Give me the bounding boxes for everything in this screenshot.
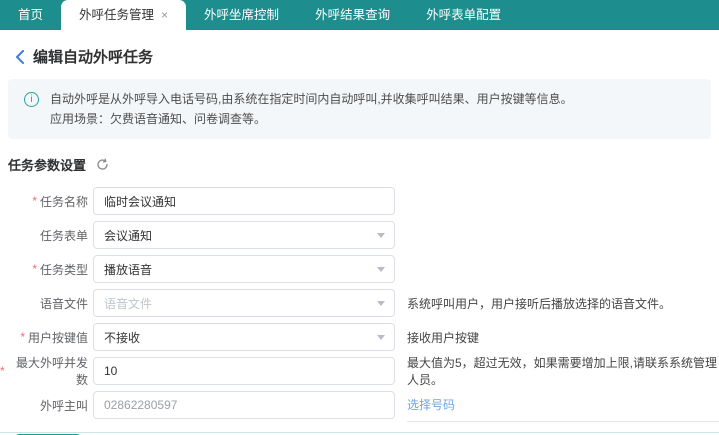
field-label: 外呼主叫 (0, 397, 88, 414)
field-label: * 最大外呼并发数 (0, 354, 88, 388)
chevron-down-icon (377, 267, 385, 272)
select-number-link[interactable]: 选择号码 (407, 388, 719, 422)
form-row-user-keypress: * 用户按键值 不接收 接收用户按键 (0, 320, 719, 354)
form-row-max-concurrency: * 最大外呼并发数 最大值为5，超过无效，如果需要增加上限,请联系系统管理人员。 (0, 354, 719, 388)
required-asterisk: * (20, 330, 25, 344)
form-row-task-form: 任务表单 会议通知 (0, 218, 719, 252)
refresh-icon[interactable] (96, 158, 109, 171)
form-row-task-type: * 任务类型 播放语音 (0, 252, 719, 286)
bottom-divider (0, 432, 719, 433)
field-label: 语音文件 (0, 295, 88, 312)
field-label: * 用户按键值 (0, 329, 88, 346)
back-chevron-icon[interactable] (15, 50, 25, 64)
field-label: 任务表单 (0, 227, 88, 244)
form-row-task-name: * 任务名称 (0, 184, 719, 218)
user-keypress-select[interactable]: 不接收 (93, 323, 395, 351)
form-row-voice-file: 语音文件 语音文件 系统呼叫用户，用户接听后播放选择的语音文件。 (0, 286, 719, 320)
close-icon[interactable] (161, 9, 168, 21)
field-hint: 接收用户按键 (407, 320, 719, 354)
task-name-input[interactable] (93, 187, 395, 215)
required-asterisk: * (0, 364, 5, 378)
voice-file-select[interactable]: 语音文件 (93, 289, 395, 317)
section-header: 任务参数设置 (0, 139, 719, 178)
tab-label: 外呼结果查询 (315, 0, 390, 30)
tab-outbound-result-query[interactable]: 外呼结果查询 (297, 0, 408, 30)
caller-number-input[interactable] (93, 391, 395, 419)
tab-label: 首页 (18, 0, 43, 30)
required-asterisk: * (32, 194, 37, 208)
chevron-down-icon (377, 301, 385, 306)
tab-label: 外呼表单配置 (426, 0, 501, 30)
footer: 保存 (0, 422, 719, 435)
required-asterisk: * (32, 262, 37, 276)
field-hint: 最大值为5，超过无效，如果需要增加上限,请联系系统管理人员。 (407, 354, 719, 388)
info-line-2: 应用场景：欠费语音通知、问卷调查等。 (50, 109, 697, 129)
info-icon (24, 92, 39, 107)
page-header: 编辑自动外呼任务 (0, 30, 719, 77)
tab-label: 外呼坐席控制 (204, 0, 279, 30)
info-box: 自动外呼是从外呼导入电话号码,由系统在指定时间内自动呼叫,并收集呼叫结果、用户按… (8, 79, 711, 139)
tab-outbound-agent-control[interactable]: 外呼坐席控制 (186, 0, 297, 30)
tab-outbound-task-management[interactable]: 外呼任务管理 (61, 0, 186, 30)
max-concurrency-input[interactable] (93, 357, 395, 385)
section-title: 任务参数设置 (8, 155, 86, 174)
field-label: * 任务名称 (0, 193, 88, 210)
tab-label: 外呼任务管理 (79, 0, 154, 30)
chevron-down-icon (377, 233, 385, 238)
info-line-1: 自动外呼是从外呼导入电话号码,由系统在指定时间内自动呼叫,并收集呼叫结果、用户按… (50, 89, 697, 109)
tab-outbound-form-config[interactable]: 外呼表单配置 (408, 0, 519, 30)
chevron-down-icon (377, 335, 385, 340)
field-hint: 系统呼叫用户，用户接听后播放选择的语音文件。 (407, 286, 719, 320)
task-type-select[interactable]: 播放语音 (93, 255, 395, 283)
tab-home[interactable]: 首页 (0, 0, 61, 30)
page-title: 编辑自动外呼任务 (33, 46, 153, 67)
top-tab-bar: 首页 外呼任务管理 外呼坐席控制 外呼结果查询 外呼表单配置 (0, 0, 719, 30)
form-row-caller-number: 外呼主叫 选择号码 (0, 388, 719, 422)
task-parameter-form: * 任务名称 任务表单 会议通知 * 任务类型 播放语音 (0, 184, 719, 422)
task-form-select[interactable]: 会议通知 (93, 221, 395, 249)
field-label: * 任务类型 (0, 261, 88, 278)
